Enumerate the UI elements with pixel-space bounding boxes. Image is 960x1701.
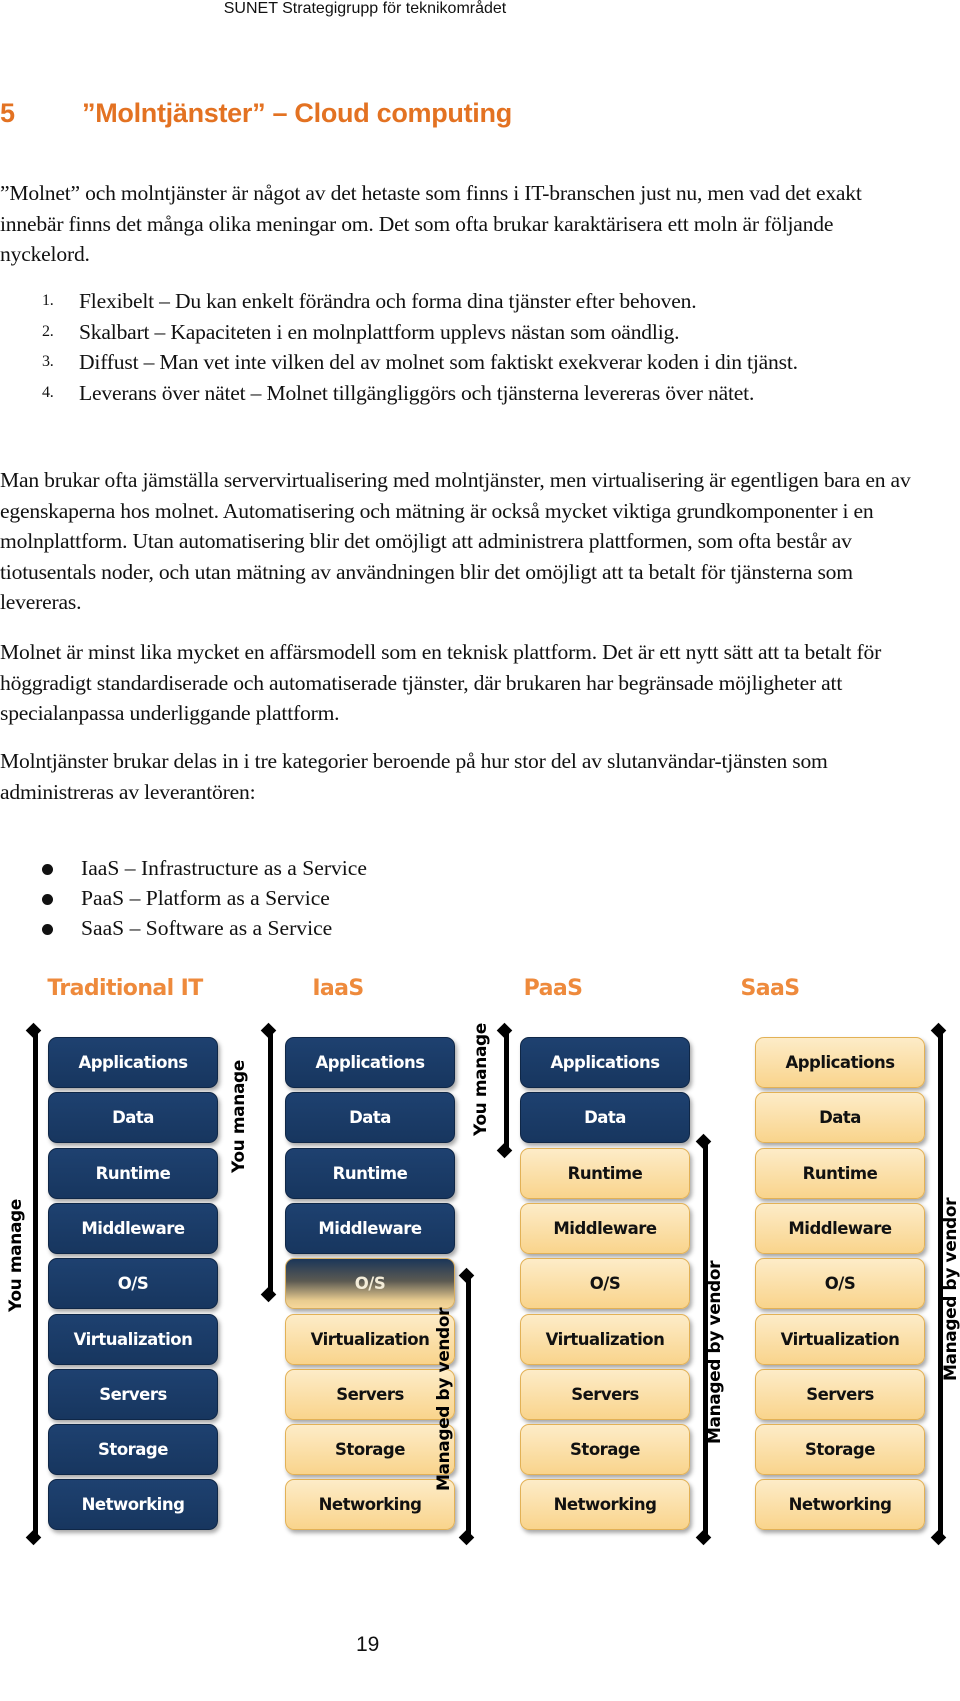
layer-box-virtualization: Virtualization <box>285 1314 455 1365</box>
business-paragraph: Molnet är minst lika mycket en affärsmod… <box>0 640 882 725</box>
section-number: 5 <box>0 98 15 128</box>
layer-box-servers: Servers <box>520 1369 690 1420</box>
layer-box-data: Data <box>48 1092 218 1143</box>
layer-box-runtime: Runtime <box>755 1148 925 1199</box>
arrow-iaas-you-manage <box>268 1031 273 1294</box>
list-text: IaaS – Infrastructure as a Service <box>81 856 367 880</box>
layer-box-data: Data <box>520 1092 690 1143</box>
section-title: ”Molntjänster” – Cloud computing <box>82 98 512 128</box>
layer-box-runtime: Runtime <box>520 1148 690 1199</box>
list-number: 2. <box>42 322 54 340</box>
label-traditional-you-manage: You manage <box>6 1199 26 1312</box>
list-item: 1. Flexibelt – Du kan enkelt förändra och… <box>0 286 915 317</box>
column-title-iaas: IaaS <box>312 976 364 1001</box>
layer-box-networking: Networking <box>520 1479 690 1530</box>
layer-box-data: Data <box>285 1092 455 1143</box>
bullet-icon <box>42 864 53 875</box>
layer-box-o-s: O/S <box>285 1258 455 1309</box>
layer-box-o-s: O/S <box>520 1258 690 1309</box>
label-iaas-you-manage: You manage <box>229 1060 249 1173</box>
list-item: 2. Skalbart – Kapaciteten i en molnplattf… <box>0 317 915 348</box>
section-heading: 5 ”Molntjänster” – Cloud computing <box>0 98 512 129</box>
layer-box-servers: Servers <box>285 1369 455 1420</box>
layer-box-runtime: Runtime <box>285 1148 455 1199</box>
virtualization-paragraph: Man brukar ofta jämställa servervirtuali… <box>0 468 911 614</box>
running-header: SUNET Strategigrupp för teknikområdet <box>223 0 507 17</box>
arrow-iaas-vendor <box>466 1276 471 1537</box>
layer-box-applications: Applications <box>755 1037 925 1088</box>
layer-box-applications: Applications <box>520 1037 690 1088</box>
layer-box-middleware: Middleware <box>285 1203 455 1254</box>
label-saas-managed-by-vendor: Managed by vendor <box>941 1197 960 1381</box>
arrow-paas-you-manage <box>504 1031 509 1150</box>
label-paas-managed-by-vendor: Managed by vendor <box>705 1260 725 1444</box>
layer-box-middleware: Middleware <box>48 1203 218 1254</box>
list-number: 4. <box>42 383 54 401</box>
categories-paragraph: Molntjänster brukar delas in i tre kateg… <box>0 749 828 804</box>
list-item: 3. Diffust – Man vet inte vilken del av m… <box>0 347 915 378</box>
list-text: Diffust – Man vet inte vilken del av mol… <box>79 350 798 374</box>
layer-box-virtualization: Virtualization <box>755 1314 925 1365</box>
list-text: Leverans över nätet – Molnet tillgänglig… <box>79 380 755 405</box>
layer-box-o-s: O/S <box>48 1258 218 1309</box>
list-number: 1. <box>42 292 54 309</box>
layer-box-o-s: O/S <box>755 1258 925 1309</box>
list-text: SaaS – Software as a Service <box>81 916 333 940</box>
layer-box-storage: Storage <box>755 1424 925 1475</box>
list-item: IaaS – Infrastructure as a Service <box>0 853 367 883</box>
label-iaas-managed-by-vendor: Managed by vendor <box>434 1307 454 1491</box>
keyword-list: 1. Flexibelt – Du kan enkelt förändra och… <box>0 286 915 408</box>
layer-box-applications: Applications <box>285 1037 455 1088</box>
list-text: Flexibelt – Du kan enkelt förändra och f… <box>79 289 697 313</box>
column-title-paas: PaaS <box>523 976 583 1001</box>
label-paas-you-manage: You manage <box>471 1023 491 1136</box>
service-model-list: IaaS – Infrastructure as a Service PaaS … <box>0 853 367 943</box>
list-item: 4. Leverans över nätet – Molnet tillgängl… <box>0 378 915 409</box>
layer-box-networking: Networking <box>755 1479 925 1530</box>
layer-box-networking: Networking <box>48 1479 218 1530</box>
layer-box-data: Data <box>755 1092 925 1143</box>
list-text: PaaS – Platform as a Service <box>81 886 330 910</box>
layer-box-storage: Storage <box>48 1424 218 1475</box>
layer-box-middleware: Middleware <box>755 1203 925 1254</box>
layer-box-middleware: Middleware <box>520 1203 690 1254</box>
intro-paragraph: ”Molnet” och molntjänster är något av de… <box>0 181 862 266</box>
column-title-saas: SaaS <box>740 976 801 1001</box>
list-text: Skalbart – Kapaciteten i en molnplattfor… <box>79 319 680 344</box>
layer-box-virtualization: Virtualization <box>520 1314 690 1365</box>
layer-box-networking: Networking <box>285 1479 455 1530</box>
layer-box-applications: Applications <box>48 1037 218 1088</box>
layer-box-storage: Storage <box>520 1424 690 1475</box>
arrow-traditional-you-manage <box>33 1031 38 1537</box>
layer-box-servers: Servers <box>755 1369 925 1420</box>
layer-box-storage: Storage <box>285 1424 455 1475</box>
layer-box-virtualization: Virtualization <box>48 1314 218 1365</box>
bullet-icon <box>42 924 53 935</box>
layer-box-servers: Servers <box>48 1369 218 1420</box>
cloud-service-models-diagram: Traditional IT Applications Data Runtime Mid… <box>0 960 960 1580</box>
list-item: PaaS – Platform as a Service <box>0 883 367 913</box>
list-item: SaaS – Software as a Service <box>0 913 367 943</box>
page-number: 19 <box>356 1633 380 1656</box>
bullet-icon <box>42 894 53 905</box>
layer-box-runtime: Runtime <box>48 1148 218 1199</box>
column-title-traditional-it: Traditional IT <box>47 976 203 1001</box>
list-number: 3. <box>42 353 54 370</box>
